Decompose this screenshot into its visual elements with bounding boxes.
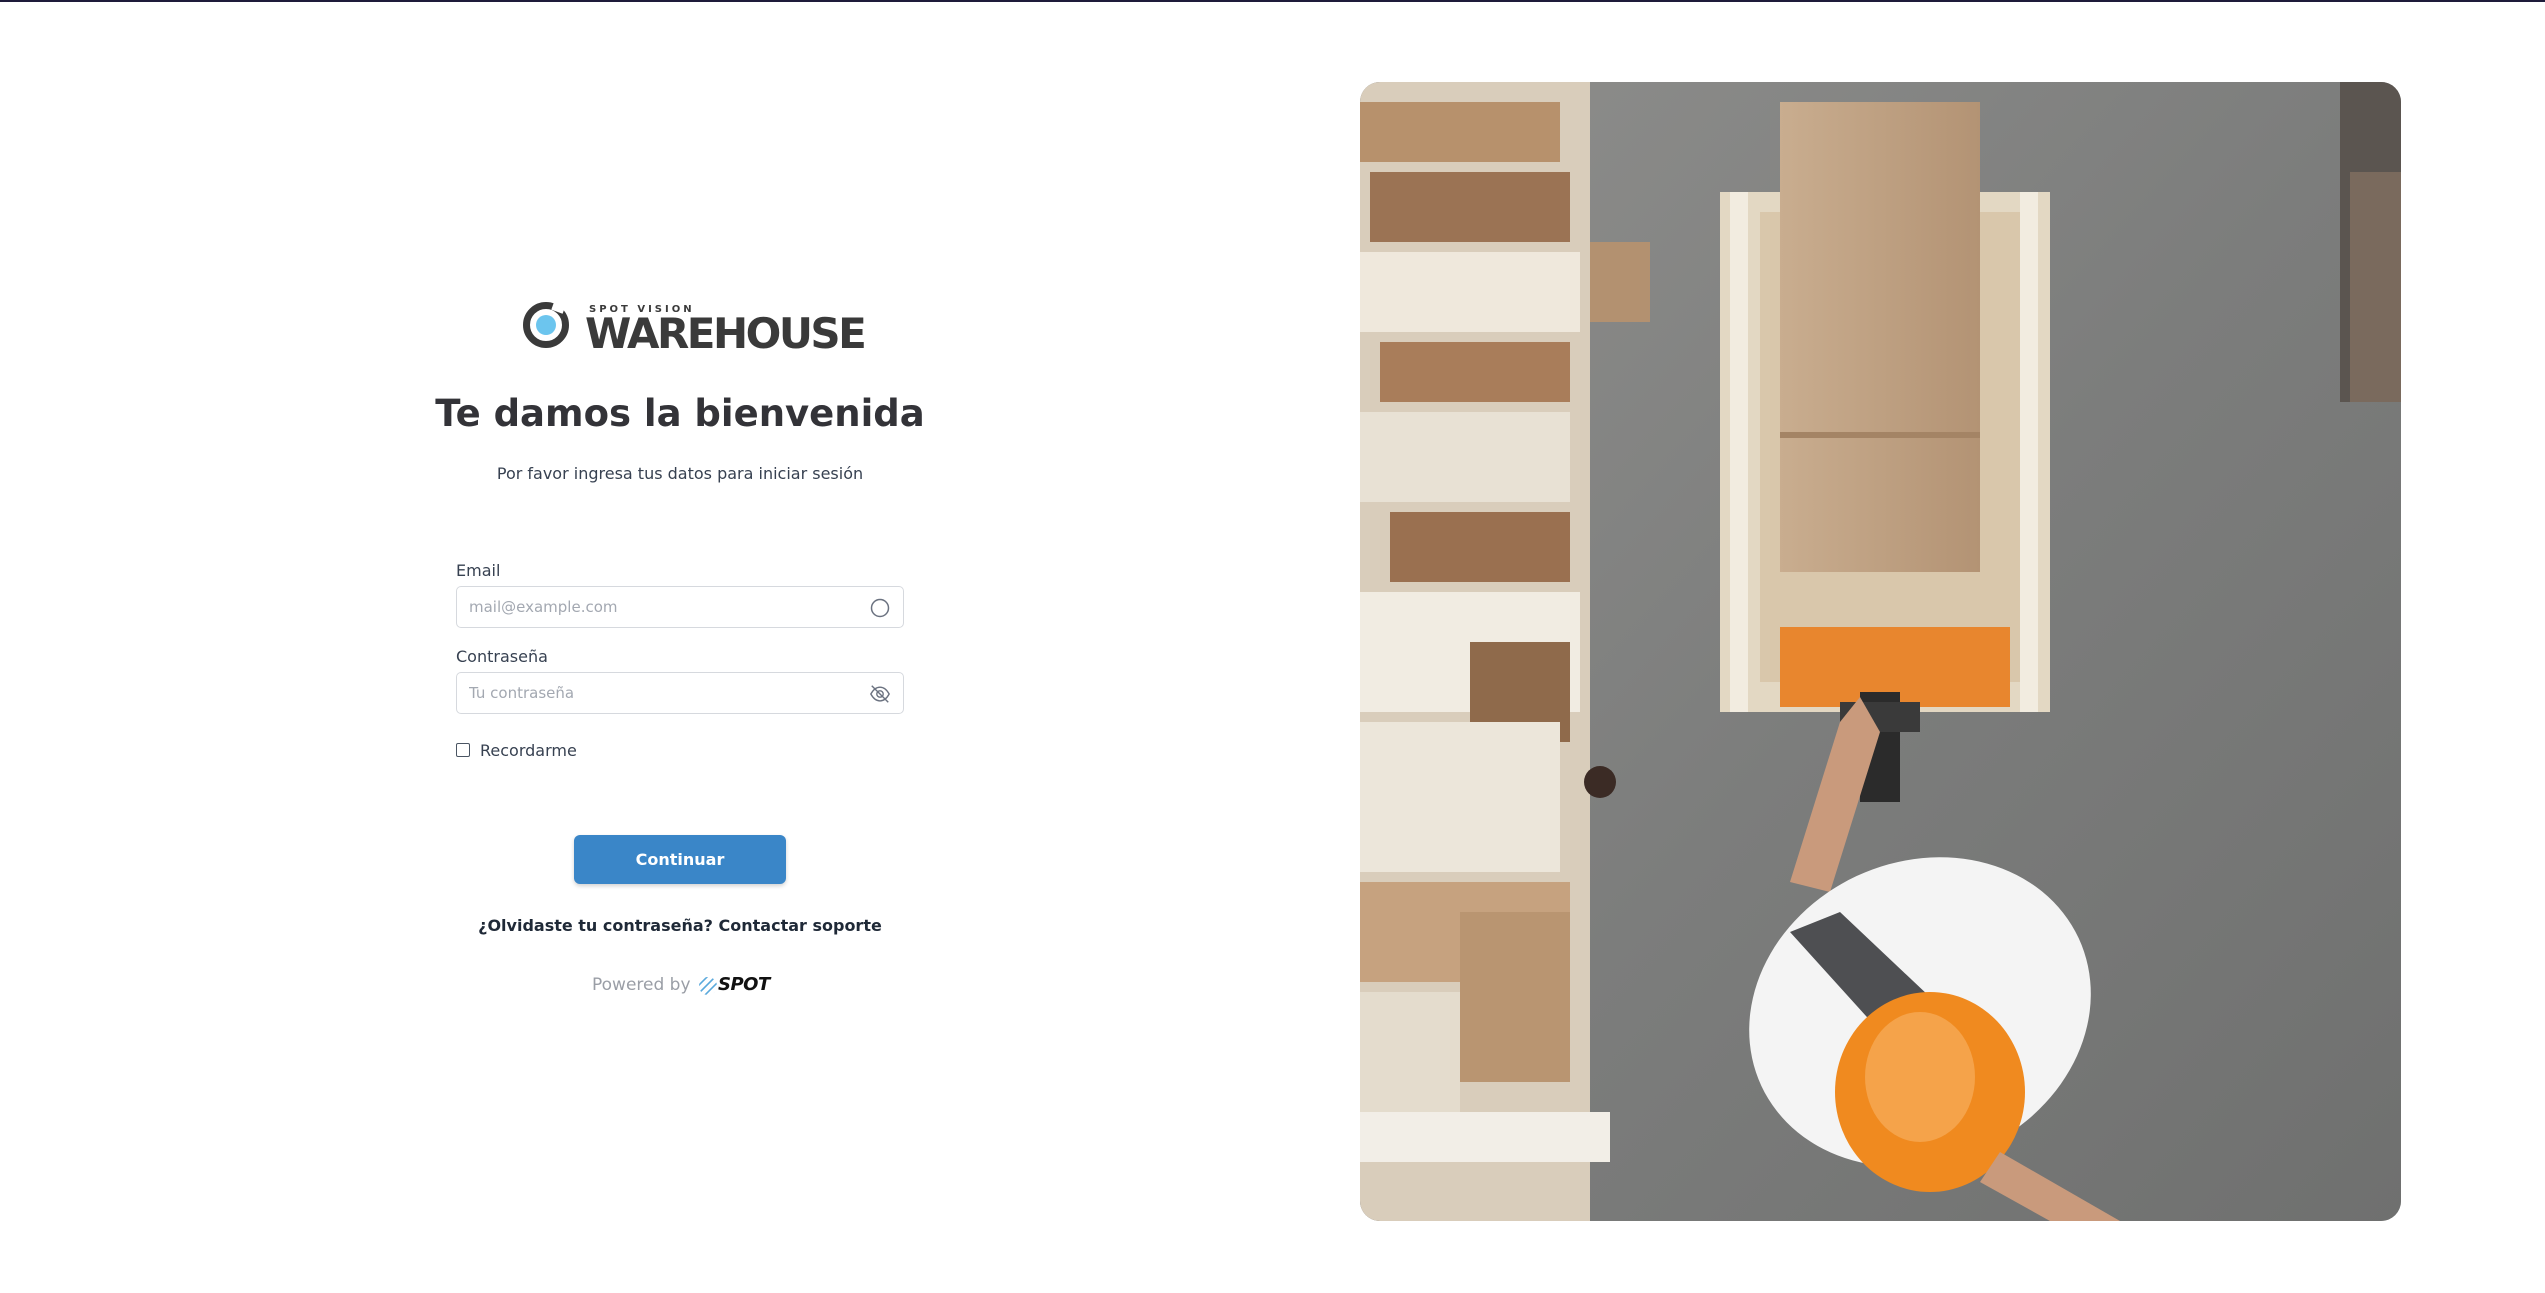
logo-dot-icon: [536, 315, 556, 335]
warehouse-worker-photo: [1360, 82, 2401, 1221]
powered-by-label: Powered by: [592, 975, 691, 995]
email-field[interactable]: [469, 587, 849, 627]
eye-off-icon[interactable]: [869, 683, 891, 705]
email-field-wrapper: [456, 586, 904, 628]
password-label: Contraseña: [456, 647, 548, 666]
continue-button[interactable]: Continuar: [574, 835, 786, 884]
circle-icon: [870, 598, 890, 618]
page-subtitle: Por favor ingresa tus datos para iniciar…: [496, 464, 864, 483]
password-field-wrapper: [456, 672, 904, 714]
logo-big-text: WAREHOUSE: [585, 309, 867, 358]
hero-illustration: [1360, 82, 2401, 1221]
page-title: Te damos la bienvenida: [435, 392, 925, 435]
login-panel: SPOT VISION WAREHOUSE Te damos la bienve…: [0, 0, 1360, 1293]
spot-mark-icon: [699, 977, 717, 995]
warehouse-logo: SPOT VISION WAREHOUSE: [523, 298, 867, 362]
remember-me-label[interactable]: Recordarme: [480, 741, 577, 760]
password-field[interactable]: [469, 673, 849, 713]
spot-brand-text: SPOT: [718, 974, 770, 995]
email-label: Email: [456, 561, 501, 580]
spot-logo: SPOT: [698, 974, 774, 998]
remember-me-checkbox[interactable]: [456, 743, 470, 757]
forgot-password-link[interactable]: ¿Olvidaste tu contraseña? Contactar sopo…: [380, 916, 980, 935]
